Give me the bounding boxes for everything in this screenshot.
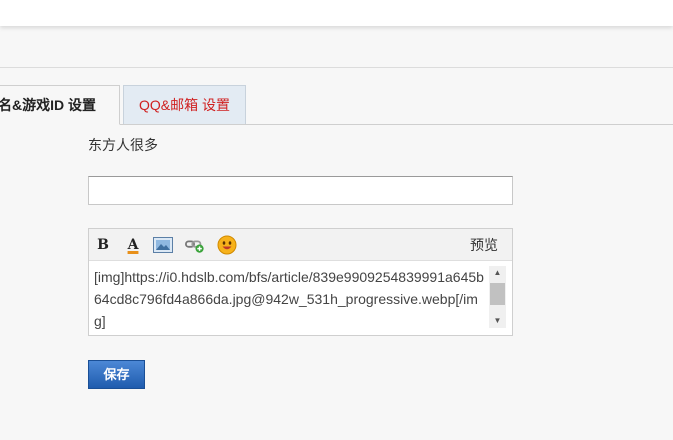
font-color-letter: A <box>127 237 139 253</box>
top-header-bar <box>0 0 673 26</box>
bold-icon[interactable]: B <box>93 235 113 255</box>
editor-textarea[interactable]: [img]https://i0.hdslb.com/bfs/article/83… <box>89 261 512 335</box>
image-icon[interactable] <box>153 235 173 255</box>
form-description: 东方人很多 <box>88 137 158 153</box>
scroll-up-arrow-icon[interactable]: ▲ <box>489 266 506 280</box>
rich-text-editor: B A 预览 [img]https://i0.hdslb.com/bfs/art… <box>88 228 513 336</box>
editor-toolbar: B A 预览 <box>89 229 512 261</box>
scrollbar-thumb[interactable] <box>490 283 505 305</box>
save-button[interactable]: 保存 <box>88 360 145 389</box>
header-divider <box>0 67 673 68</box>
tab-name-game-id-settings[interactable]: 名&游戏ID 设置 <box>0 85 120 125</box>
preview-button[interactable]: 预览 <box>470 229 498 261</box>
editor-content-text: [img]https://i0.hdslb.com/bfs/article/83… <box>94 269 484 329</box>
text-input-field[interactable] <box>88 176 513 205</box>
font-color-icon[interactable]: A <box>123 235 143 255</box>
link-icon[interactable] <box>185 235 205 255</box>
emoji-icon[interactable] <box>217 235 237 255</box>
tab-qq-email-settings[interactable]: QQ&邮箱 设置 <box>123 85 246 124</box>
scroll-down-arrow-icon[interactable]: ▼ <box>489 314 506 328</box>
editor-scrollbar[interactable]: ▲ ▼ <box>489 266 506 328</box>
